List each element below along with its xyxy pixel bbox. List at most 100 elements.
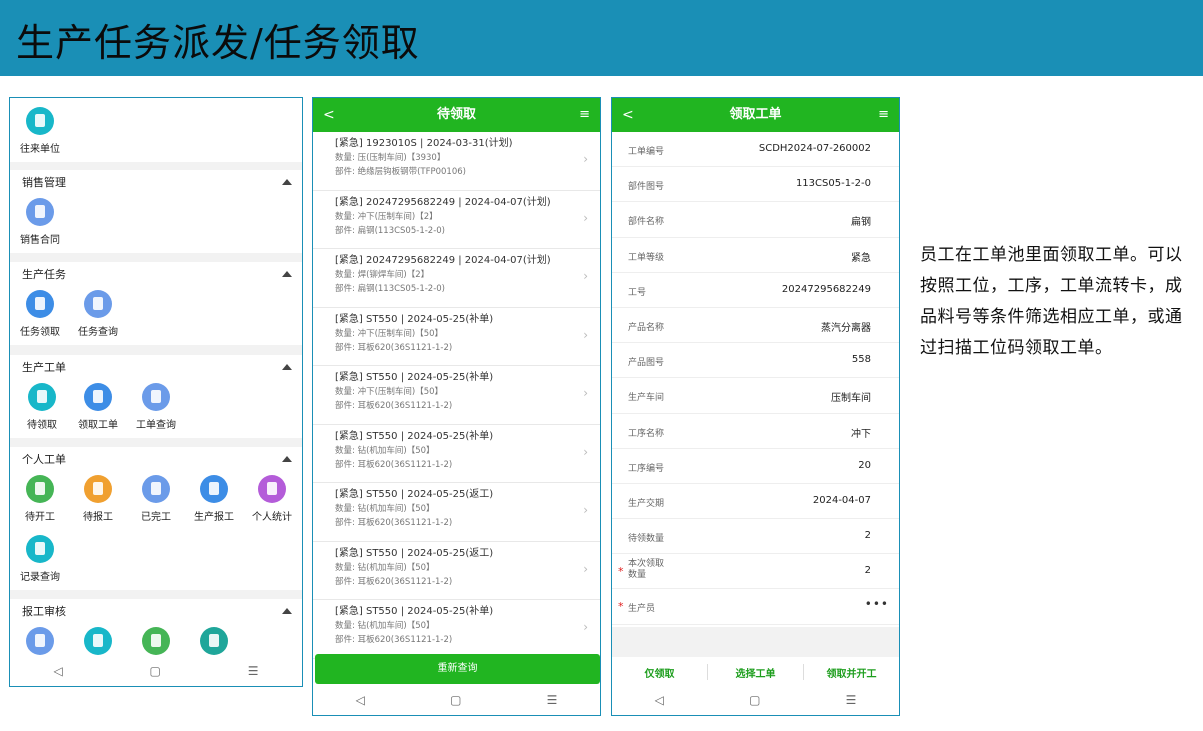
item-title: [紧急] ST550 | 2024-05-25(返工) [335,489,494,500]
list-item[interactable]: [紧急] ST550 | 2024-05-25(返工) 数量: 钻(机加车间)【5… [313,542,600,600]
nav-back-icon[interactable]: ◁ [356,693,365,707]
form-row-producer[interactable]: * 生产员 ••• [612,589,899,625]
collapse-icon[interactable] [282,364,292,370]
list-item[interactable]: [紧急] ST550 | 2024-05-25(补单) 数量: 冲下(压制车间)【… [313,366,600,425]
claim-and-start-button[interactable]: 领取并开工 [804,665,899,680]
sales-contract-button[interactable]: 销售合同 [10,198,70,246]
field-value: 20247295682249 [781,283,871,295]
list-item[interactable]: [紧急] 20247295682249 | 2024-04-07(计划) 数量: … [313,249,600,308]
collapse-icon[interactable] [282,271,292,277]
list-item[interactable]: [紧急] 20247295682249 | 2024-04-07(计划) 数量: … [313,191,600,249]
claim-order-screen: < 领取工单 ≡ 工单编号 SCDH2024-07-260002 部件图号 113CS… [611,97,900,716]
field-value: 紧急 [851,252,871,264]
nav-home-icon[interactable]: ▢ [450,693,461,707]
record-query-button[interactable]: 记录查询 [10,535,70,583]
task-query-button[interactable]: 任务查询 [68,290,128,338]
menu-icon[interactable]: ≡ [579,98,590,132]
completed-button[interactable]: 已完工 [126,475,186,523]
personal-stats-button[interactable]: 个人统计 [242,475,302,523]
contacts-icon [26,107,54,135]
pending-claim-button[interactable]: 待领取 [12,383,72,431]
select-order-button[interactable]: 选择工单 [708,665,803,680]
list-item[interactable]: [紧急] ST550 | 2024-05-25(返工) 数量: 钻(机加车间)【5… [313,483,600,542]
calendar-icon [84,475,112,503]
nav-back-icon[interactable]: ◁ [53,664,62,678]
form-row-claim-qty[interactable]: * 本次领取 数量 2 [612,554,899,590]
field-value: 2 [864,530,871,542]
field-label: 部件图号 [628,182,665,193]
to-report-button[interactable]: 待报工 [68,475,128,523]
field-value: 冲下 [851,428,871,440]
action-bar: 仅领取 选择工单 领取并开工 [612,657,899,687]
item-part: 部件: 绝缘层钩板钢带(TFP00106) [335,167,466,177]
review-item-button[interactable] [68,627,128,655]
field-label: 工单编号 [628,147,665,157]
collapse-icon[interactable] [282,608,292,614]
contacts-button[interactable]: 往来单位 [10,107,70,155]
list-item[interactable]: [紧急] ST550 | 2024-05-25(补单) 数量: 钻(机加车间)【5… [313,600,600,659]
task-claim-button[interactable]: 任务领取 [10,290,70,338]
more-icon[interactable]: ••• [865,597,889,611]
to-start-button[interactable]: 待开工 [10,475,70,523]
form-row: 产品名称 蒸汽分离器 [612,308,899,344]
field-label: 待领数量 [628,534,665,545]
field-value: 扁钢 [851,217,871,229]
required-mark: * [618,565,624,579]
field-label: 工号 [628,287,647,298]
field-value: 2024-04-07 [812,494,871,506]
collapse-icon[interactable] [282,179,292,185]
list-item[interactable]: [紧急] ST550 | 2024-05-25(补单) 数量: 冲下(压制车间)【… [313,308,600,366]
item-title: [紧急] ST550 | 2024-05-25(补单) [335,430,494,442]
section-header[interactable]: 个人工单 [10,447,302,473]
review-item-button[interactable] [126,627,186,655]
app-menu-screen: 往来单位 销售管理 销售合同 生产任务 任务领取 任务查询 生产工单 待领取 领… [9,97,303,687]
field-value: 压制车间 [831,393,871,405]
order-list: [紧急] 1923010S | 2024-03-31(计划) 数量: 压(压制车间… [313,132,600,659]
menu-icon[interactable]: ≡ [878,98,889,132]
stats-icon [258,475,286,503]
calendar-icon [84,290,112,318]
item-title: [紧急] 1923010S | 2024-03-31(计划) [335,138,513,149]
claim-qty-input[interactable]: 2 [865,565,871,576]
item-quantity: 数量: 压(压制车间)【3930】 [335,153,446,163]
requery-button[interactable]: 重新查询 [315,654,600,684]
collapse-icon[interactable] [282,456,292,462]
review-item-button[interactable] [184,627,244,655]
nav-menu-icon[interactable]: ☰ [248,664,259,678]
back-icon[interactable]: < [622,98,634,132]
claim-only-button[interactable]: 仅领取 [612,665,707,680]
claim-order-button[interactable]: 领取工单 [68,383,128,431]
system-navbar: ◁ ▢ ☰ [612,685,899,715]
order-query-button[interactable]: 工单查询 [126,383,186,431]
section-header[interactable]: 报工审核 [10,599,302,625]
chevron-right-icon: › [583,561,588,576]
field-label: 生产交期 [628,498,665,509]
list-icon [200,627,228,655]
field-label: 本次领取 数量 [628,559,665,581]
review-item-button[interactable] [10,627,70,655]
section-header[interactable]: 生产工单 [10,355,302,381]
clipboard-icon [200,475,228,503]
nav-back-icon[interactable]: ◁ [655,693,664,707]
form-row: 部件名称 扁钢 [612,202,899,238]
item-title: [紧急] ST550 | 2024-05-25(补单) [335,313,494,325]
nav-home-icon[interactable]: ▢ [749,693,760,707]
section-header[interactable]: 销售管理 [10,170,302,196]
clipboard-icon [26,290,54,318]
list-item[interactable]: [紧急] 1923010S | 2024-03-31(计划) 数量: 压(压制车间… [313,132,600,191]
chevron-right-icon: › [583,327,588,342]
item-quantity: 数量: 焊(铆焊车间)【2】 [335,270,430,280]
nav-menu-icon[interactable]: ☰ [547,693,558,707]
list-item[interactable]: [紧急] ST550 | 2024-05-25(补单) 数量: 钻(机加车间)【5… [313,425,600,483]
production-report-button[interactable]: 生产报工 [184,475,244,523]
required-mark: * [618,600,624,614]
field-label: 部件名称 [628,217,665,228]
nav-home-icon[interactable]: ▢ [150,664,161,678]
section-header[interactable]: 生产任务 [10,262,302,288]
item-quantity: 数量: 钻(机加车间)【50】 [335,504,435,514]
item-part: 部件: 耳板620(36S1121-1-2) [335,342,453,353]
field-label: 生产车间 [628,393,665,404]
nav-menu-icon[interactable]: ☰ [846,693,857,707]
back-icon[interactable]: < [323,98,335,132]
header-title: 领取工单 [729,107,782,122]
